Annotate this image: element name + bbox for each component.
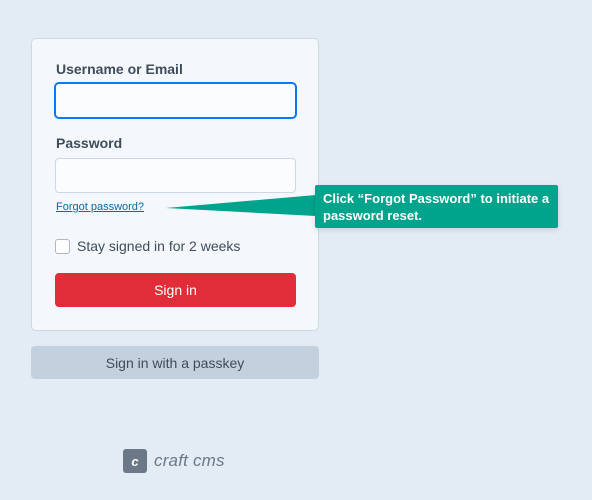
password-input[interactable] (55, 158, 296, 193)
username-input[interactable] (55, 83, 296, 118)
brand-name: craft cms (154, 451, 225, 470)
tooltip: Click “Forgot Password” to initiate a pa… (315, 185, 558, 228)
passkey-sign-in-button[interactable]: Sign in with a passkey (31, 346, 319, 379)
password-label: Password (56, 135, 123, 151)
username-label: Username or Email (56, 61, 183, 77)
remember-me-checkbox[interactable] (55, 238, 70, 254)
login-form: Username or Email Password Forgot passwo… (31, 38, 319, 331)
remember-me-row[interactable]: Stay signed in for 2 weeks (55, 237, 240, 255)
forgot-password-link[interactable]: Forgot password? (56, 200, 144, 214)
sign-in-button[interactable]: Sign in (55, 273, 296, 307)
remember-me-label[interactable]: Stay signed in for 2 weeks (77, 238, 240, 254)
craft-logo-icon: c (123, 449, 147, 473)
craft-cms-logo: c craft cms (123, 449, 225, 473)
